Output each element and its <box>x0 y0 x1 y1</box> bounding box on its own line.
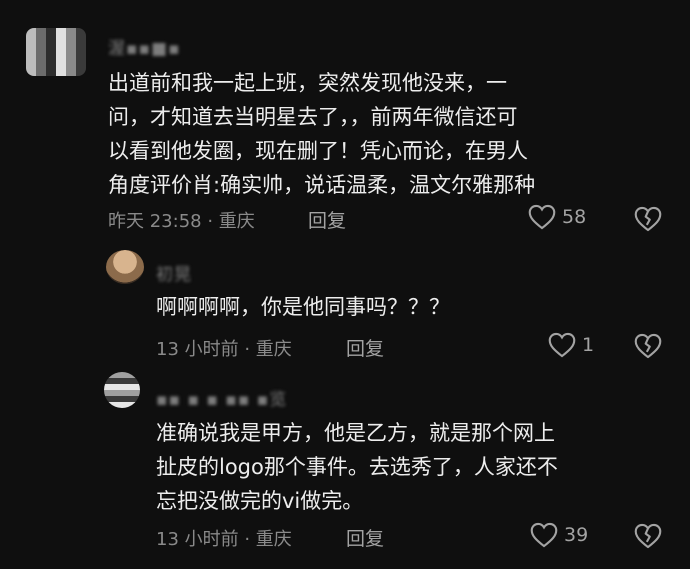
reply-button[interactable]: 回复 <box>346 524 384 551</box>
broken-heart-icon[interactable] <box>634 523 662 549</box>
comment-meta: 13 小时前 · 重庆 <box>156 529 292 550</box>
heart-outline-icon <box>530 522 558 548</box>
heart-outline-icon <box>528 204 556 230</box>
username[interactable]: 渥▪▪■▪ <box>108 34 181 59</box>
reply-button[interactable]: 回复 <box>346 334 384 361</box>
reply-button[interactable]: 回复 <box>308 206 346 233</box>
like-button[interactable]: 39 <box>530 522 588 548</box>
avatar[interactable] <box>106 250 144 284</box>
broken-heart-icon[interactable] <box>634 206 662 232</box>
comment-meta: 昨天 23:58 · 重庆 <box>108 211 255 232</box>
comment-meta: 13 小时前 · 重庆 <box>156 339 292 360</box>
heart-outline-icon <box>548 332 576 358</box>
comment-text: 出道前和我一起上班，突然发现他没来，一 问，才知道去当明星去了，，前两年微信还可… <box>108 71 536 197</box>
like-count: 39 <box>564 524 589 546</box>
like-count: 1 <box>582 334 595 356</box>
like-count: 58 <box>562 206 587 228</box>
username[interactable]: ▪▪ ▪ ▪ ▪▪ ▪览 <box>156 385 287 410</box>
comment-text: 准确说我是甲方，他是乙方，就是那个网上 扯皮的logo那个事件。去选秀了，人家还… <box>156 421 558 513</box>
avatar[interactable] <box>104 372 140 408</box>
username[interactable]: 初晃 <box>156 260 192 285</box>
broken-heart-icon[interactable] <box>634 333 662 359</box>
avatar[interactable] <box>26 28 86 76</box>
comment-text: 啊啊啊啊，你是他同事吗？？？ <box>156 295 450 319</box>
like-button[interactable]: 58 <box>528 204 586 230</box>
like-button[interactable]: 1 <box>548 332 594 358</box>
